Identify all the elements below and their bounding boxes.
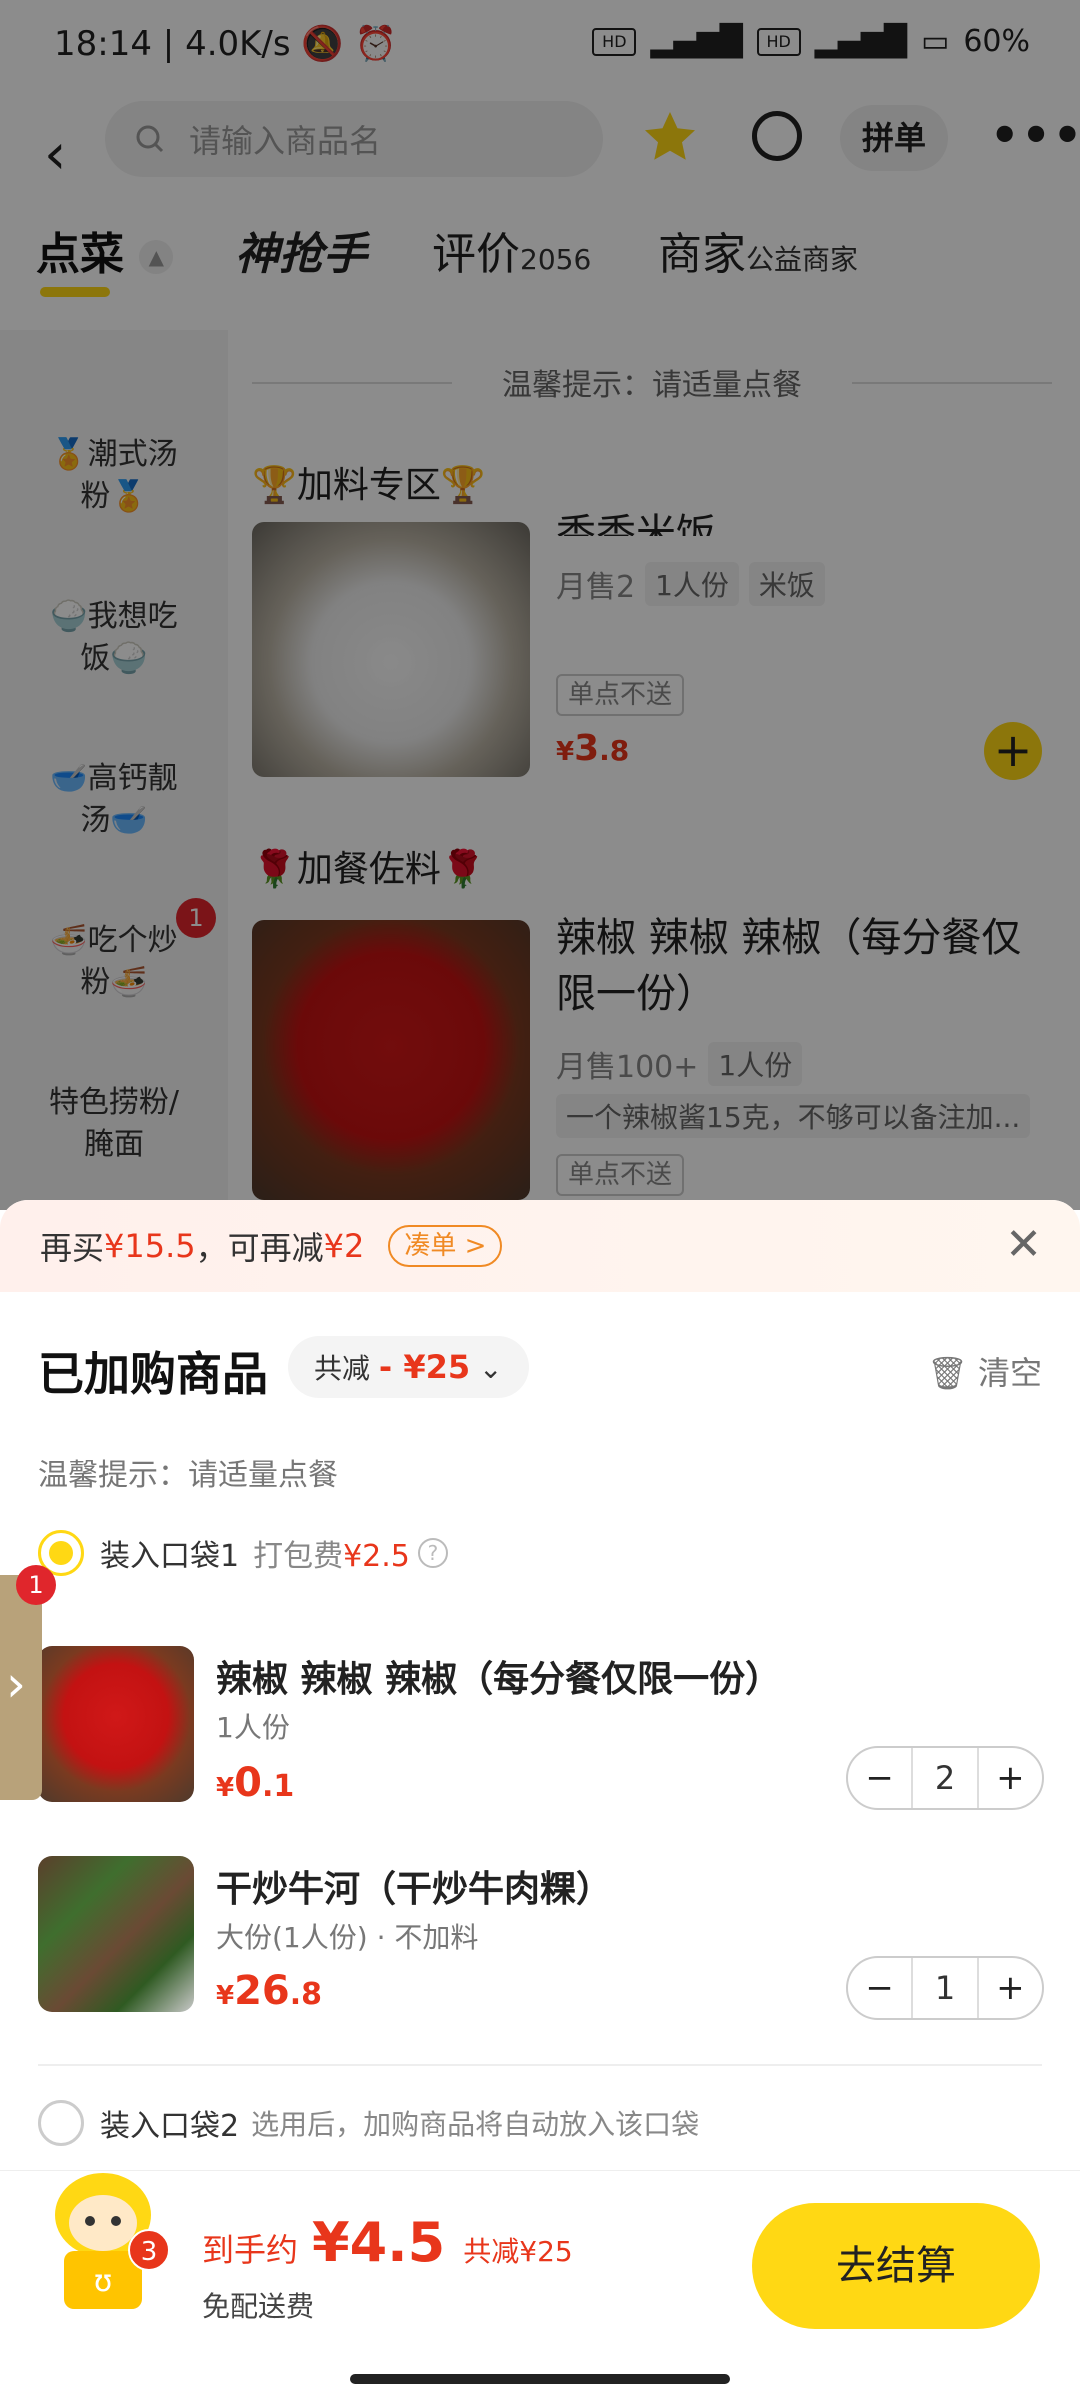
promo-reduce: ¥2 [323, 1227, 365, 1265]
total-amount: ¥4.5 [312, 2211, 446, 2274]
cart-item-price: ¥26.8 [216, 1968, 323, 2014]
cart-tip: 温馨提示：请适量点餐 [38, 1458, 338, 1493]
help-icon[interactable]: ? [417, 1538, 448, 1568]
shipping-note: 免配送费 [202, 2290, 315, 2323]
divider [38, 2064, 1042, 2066]
side-drawer-badge: 1 [16, 1565, 56, 1605]
quantity-stepper[interactable]: − 2 + [846, 1746, 1044, 1810]
bag-2-label: 装入口袋2 [100, 2109, 240, 2144]
plus-button[interactable]: + [979, 1748, 1042, 1808]
bag-1-row[interactable]: 装入口袋1 打包费¥2.5 ? [38, 1530, 448, 1576]
cart-item-image [38, 1856, 194, 2012]
clear-label: 清空 [977, 1354, 1042, 1392]
quantity-value: 1 [911, 1958, 979, 2018]
bag-2-note: 选用后，加购商品将自动放入该口袋 [251, 2108, 700, 2141]
promo-text: 再买 [40, 1229, 105, 1267]
bag-2-radio[interactable] [38, 2100, 84, 2146]
add-on-button[interactable]: 凑单 > [388, 1225, 503, 1267]
side-drawer-tab[interactable]: 1 › [0, 1565, 56, 1800]
promo-text-2: ，可再减 [195, 1229, 324, 1267]
promo-bar: 再买 ¥15.5 ，可再减 ¥2 凑单 > ✕ [0, 1200, 1080, 1292]
cart-title: 已加购商品 [38, 1347, 268, 1401]
cart-item-spec: 1人份 [216, 1711, 290, 1744]
promo-amount: ¥15.5 [104, 1227, 196, 1265]
trash-icon: 🗑 [927, 1354, 968, 1392]
cart-item-name: 干炒牛河（干炒牛肉粿） [216, 1869, 613, 1910]
quantity-value: 2 [911, 1748, 979, 1808]
chevron-down-icon: ⌄ [479, 1352, 503, 1385]
discount-dropdown[interactable]: 共减 - ¥25 ⌄ [288, 1336, 529, 1398]
total-label: 到手约 [202, 2231, 299, 2269]
total-discount: 共减¥25 [463, 2235, 573, 2268]
cart-item-spec: 大份(1人份) · 不加料 [216, 1921, 479, 1954]
cart-item-image [38, 1646, 194, 1802]
plus-button[interactable]: + [979, 1958, 1042, 2018]
discount-value: - ¥25 [378, 1348, 471, 1386]
clear-cart-button[interactable]: 🗑 清空 [927, 1348, 1042, 1394]
checkout-button[interactable]: 去结算 [752, 2203, 1040, 2329]
quantity-stepper[interactable]: − 1 + [846, 1956, 1044, 2020]
bag-1-label: 装入口袋1 [100, 1539, 240, 1574]
cart-count-badge: 3 [128, 2229, 170, 2271]
chevron-right-icon: › [6, 1655, 26, 1713]
total-price: 到手约 ¥4.5 共减¥25 [202, 2211, 573, 2274]
packing-fee-label: 打包费 [253, 1539, 344, 1574]
bag-2-row[interactable]: 装入口袋2 选用后，加购商品将自动放入该口袋 [38, 2100, 699, 2146]
packing-fee: 打包费¥2.5 [253, 1531, 410, 1575]
home-indicator[interactable] [350, 2374, 730, 2384]
svg-text:ʊ: ʊ [94, 2264, 113, 2299]
minus-button[interactable]: − [848, 1958, 911, 2018]
packing-fee-value: ¥2.5 [343, 1539, 410, 1574]
cart-item-name: 辣椒 辣椒 辣椒（每分餐仅限一份） [216, 1659, 782, 1700]
checkout-bar: ʊ 3 到手约 ¥4.5 共减¥25 免配送费 去结算 [0, 2170, 1080, 2400]
cart-item-price: ¥0.1 [216, 1760, 295, 1806]
close-icon[interactable]: ✕ [1005, 1220, 1042, 1270]
dim-overlay[interactable] [0, 0, 1080, 1210]
minus-button[interactable]: − [848, 1748, 911, 1808]
discount-label: 共减 [314, 1352, 371, 1385]
